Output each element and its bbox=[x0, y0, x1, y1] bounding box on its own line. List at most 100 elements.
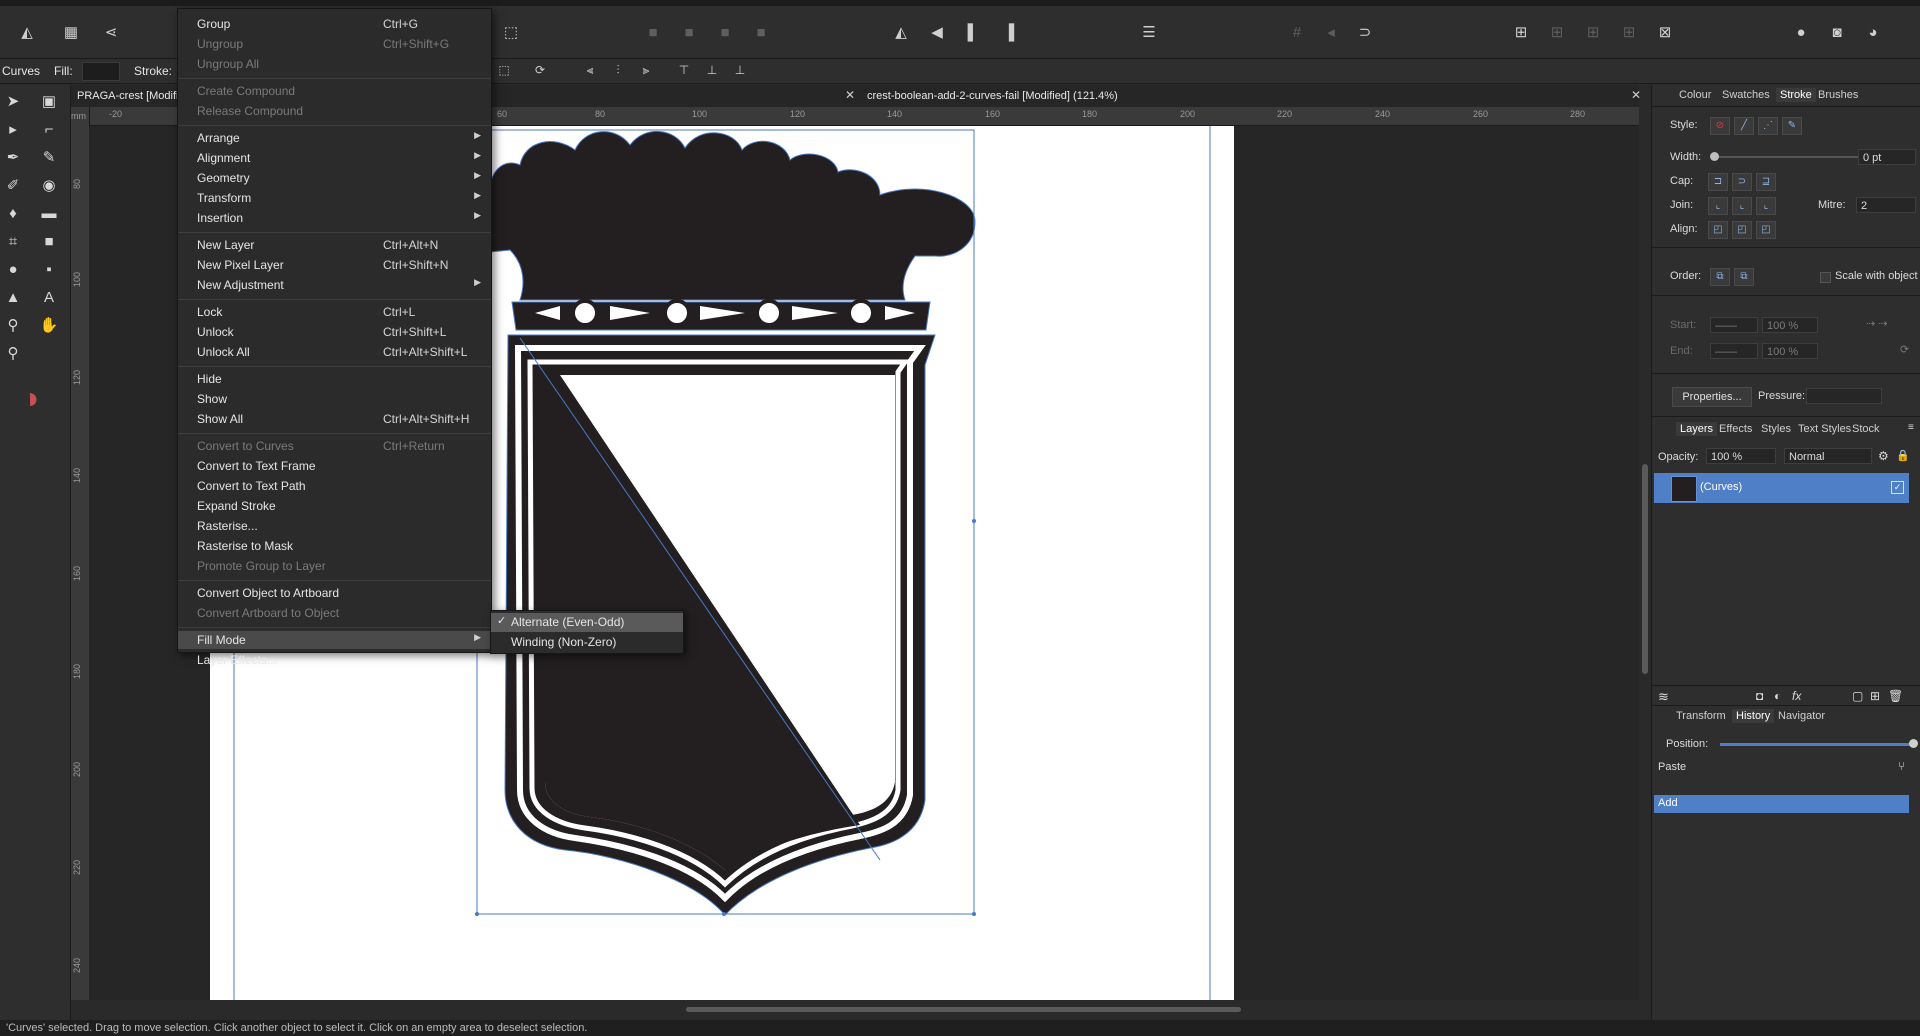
tab-stock[interactable]: Stock bbox=[1852, 423, 1880, 435]
menu-item-convert-to-text-path[interactable]: Convert to Text Path bbox=[178, 477, 491, 495]
menu-item-new-adjustment[interactable]: New Adjustment ▶ bbox=[178, 276, 491, 294]
menu-item-show-all[interactable]: Show All Ctrl+Alt+Shift+H bbox=[178, 410, 491, 428]
menu-item-convert-to-curves[interactable]: Convert to Curves Ctrl+Return bbox=[178, 437, 491, 455]
tab-history[interactable]: History bbox=[1732, 709, 1775, 723]
solid-stroke-style-icon[interactable]: ╱ bbox=[1734, 117, 1754, 135]
menu-item-unlock-all[interactable]: Unlock All Ctrl+Alt+Shift+L bbox=[178, 343, 491, 361]
brush-stroke-style-icon[interactable]: ✎ bbox=[1782, 117, 1802, 135]
stroke-align-inside-icon[interactable]: ◰ bbox=[1732, 221, 1752, 239]
tab-brushes[interactable]: Brushes bbox=[1818, 89, 1858, 101]
bevel-join-icon[interactable]: ⌞ bbox=[1756, 197, 1776, 215]
menu-item-shortcut: Ctrl+Alt+Shift+L bbox=[383, 345, 468, 359]
adjustment-icon[interactable]: ◐ bbox=[1774, 689, 1781, 703]
submenu-item-alternate[interactable]: ✓ Alternate (Even-Odd) bbox=[491, 613, 683, 632]
no-stroke-style-icon[interactable]: ⊘ bbox=[1710, 117, 1730, 135]
scale-with-object-checkbox[interactable] bbox=[1820, 272, 1831, 283]
menu-item-rasterise-to-mask[interactable]: Rasterise to Mask bbox=[178, 537, 491, 555]
menu-separator bbox=[178, 627, 491, 628]
width-slider[interactable] bbox=[1714, 156, 1864, 158]
tab-layers[interactable]: Layers bbox=[1676, 422, 1718, 436]
start-scale-field[interactable]: 100 % bbox=[1762, 317, 1818, 333]
history-position-slider[interactable] bbox=[1720, 743, 1915, 746]
lock-icon[interactable]: 🔒 bbox=[1896, 449, 1910, 462]
horizontal-scroll-thumb[interactable] bbox=[686, 1007, 1241, 1012]
menu-item-lock[interactable]: Lock Ctrl+L bbox=[178, 303, 491, 321]
menu-item-promote-group-to-layer[interactable]: Promote Group to Layer bbox=[178, 557, 491, 575]
vertical-scrollbar[interactable] bbox=[1640, 107, 1650, 1000]
pressure-graph[interactable] bbox=[1806, 388, 1882, 404]
menu-item-new-pixel-layer[interactable]: New Pixel Layer Ctrl+Shift+N bbox=[178, 256, 491, 274]
menu-item-convert-artboard-to-object[interactable]: Convert Artboard to Object bbox=[178, 604, 491, 622]
swap-arrowheads-icon[interactable]: ⇢ ⇢ bbox=[1866, 317, 1888, 330]
menu-item-label: Unlock bbox=[197, 325, 234, 339]
round-cap-icon[interactable]: ⊃ bbox=[1732, 173, 1752, 191]
menu-item-create-compound[interactable]: Create Compound bbox=[178, 82, 491, 100]
stroke-align-outside-icon[interactable]: ◰ bbox=[1756, 221, 1776, 239]
dash-stroke-style-icon[interactable]: ⋰ bbox=[1758, 117, 1778, 135]
menu-item-insertion[interactable]: Insertion ▶ bbox=[178, 209, 491, 227]
start-arrowhead-select[interactable]: —— bbox=[1710, 317, 1758, 333]
stroke-align-center-icon[interactable]: ◰ bbox=[1708, 221, 1728, 239]
tab-effects[interactable]: Effects bbox=[1719, 423, 1752, 435]
menu-item-ungroup-all[interactable]: Ungroup All bbox=[178, 55, 491, 73]
layer-visibility-checkbox[interactable]: ✓ bbox=[1891, 481, 1904, 494]
menu-item-show[interactable]: Show bbox=[178, 390, 491, 408]
menu-item-fill-mode[interactable]: Fill Mode ▶ bbox=[178, 631, 491, 649]
stroke-behind-icon[interactable]: ⧉ bbox=[1710, 268, 1730, 286]
tab-transform[interactable]: Transform bbox=[1676, 710, 1726, 722]
end-arrowhead-select[interactable]: —— bbox=[1710, 343, 1758, 359]
tab-text-styles[interactable]: Text Styles bbox=[1798, 423, 1851, 435]
menu-item-layer-effects[interactable]: Layer Effects... bbox=[178, 651, 491, 669]
menu-item-rasterise[interactable]: Rasterise... bbox=[178, 517, 491, 535]
menu-item-arrange[interactable]: Arrange ▶ bbox=[178, 129, 491, 147]
layer-settings-gear-icon[interactable]: ⚙ bbox=[1878, 449, 1889, 463]
width-field[interactable]: 0 pt bbox=[1858, 149, 1916, 165]
opacity-field[interactable]: 100 % bbox=[1706, 448, 1776, 464]
new-layer-icon[interactable]: ▢ bbox=[1852, 689, 1863, 703]
menu-item-alignment[interactable]: Alignment ▶ bbox=[178, 149, 491, 167]
menu-item-label: Convert to Text Path bbox=[197, 479, 306, 493]
menu-item-new-layer[interactable]: New Layer Ctrl+Alt+N bbox=[178, 236, 491, 254]
history-entry[interactable]: Paste bbox=[1658, 761, 1686, 773]
horizontal-scrollbar[interactable] bbox=[71, 1000, 1651, 1018]
submenu-item-winding[interactable]: Winding (Non-Zero) bbox=[491, 633, 683, 652]
menu-item-group[interactable]: Group Ctrl+G bbox=[178, 15, 491, 33]
reset-arrowheads-icon[interactable]: ⟳ bbox=[1900, 343, 1909, 356]
tab-colour[interactable]: Colour bbox=[1679, 89, 1711, 101]
position-label: Position: bbox=[1666, 738, 1709, 750]
layer-row[interactable]: (Curves) ✓ bbox=[1654, 473, 1909, 503]
stroke-front-icon[interactable]: ⧉ bbox=[1734, 268, 1754, 286]
square-cap-icon[interactable]: ⊒ bbox=[1756, 173, 1776, 191]
vertical-scroll-thumb[interactable] bbox=[1642, 464, 1648, 674]
mitre-field[interactable]: 2 bbox=[1856, 197, 1916, 213]
tab-stroke[interactable]: Stroke bbox=[1776, 88, 1816, 102]
tab-swatches[interactable]: Swatches bbox=[1722, 89, 1770, 101]
properties-button[interactable]: Properties... bbox=[1672, 387, 1752, 407]
butt-cap-icon[interactable]: ⊐ bbox=[1708, 173, 1728, 191]
menu-item-convert-to-text-frame[interactable]: Convert to Text Frame bbox=[178, 457, 491, 475]
group-layer-icon[interactable]: ⊞ bbox=[1870, 689, 1880, 703]
layers-stack-icon[interactable]: ≋ bbox=[1658, 689, 1669, 705]
mitre-join-icon[interactable]: ⌞ bbox=[1708, 197, 1728, 215]
delete-layer-icon[interactable]: 🗑 bbox=[1888, 689, 1903, 703]
menu-item-ungroup[interactable]: Ungroup Ctrl+Shift+G bbox=[178, 35, 491, 53]
tab-navigator[interactable]: Navigator bbox=[1778, 710, 1825, 722]
menu-item-convert-object-to-artboard[interactable]: Convert Object to Artboard bbox=[178, 584, 491, 602]
mask-icon[interactable]: ◘ bbox=[1756, 689, 1763, 703]
end-scale-field[interactable]: 100 % bbox=[1762, 343, 1818, 359]
menu-item-unlock[interactable]: Unlock Ctrl+Shift+L bbox=[178, 323, 491, 341]
round-join-icon[interactable]: ⌞ bbox=[1732, 197, 1752, 215]
panel-menu-icon[interactable]: ≡ bbox=[1908, 422, 1914, 433]
menu-item-geometry[interactable]: Geometry ▶ bbox=[178, 169, 491, 187]
menu-item-hide[interactable]: Hide bbox=[178, 370, 491, 388]
menu-item-transform[interactable]: Transform ▶ bbox=[178, 189, 491, 207]
menu-item-release-compound[interactable]: Release Compound bbox=[178, 102, 491, 120]
history-slider-handle[interactable] bbox=[1909, 739, 1918, 748]
menu-item-expand-stroke[interactable]: Expand Stroke bbox=[178, 497, 491, 515]
history-branch-icon[interactable]: ⑂ bbox=[1898, 759, 1905, 773]
fx-icon[interactable]: fx bbox=[1792, 689, 1801, 703]
width-slider-handle[interactable] bbox=[1710, 152, 1719, 161]
tab-styles[interactable]: Styles bbox=[1761, 423, 1791, 435]
history-entry-selected[interactable]: Add bbox=[1654, 795, 1909, 813]
blend-mode-select[interactable]: Normal bbox=[1784, 448, 1872, 464]
